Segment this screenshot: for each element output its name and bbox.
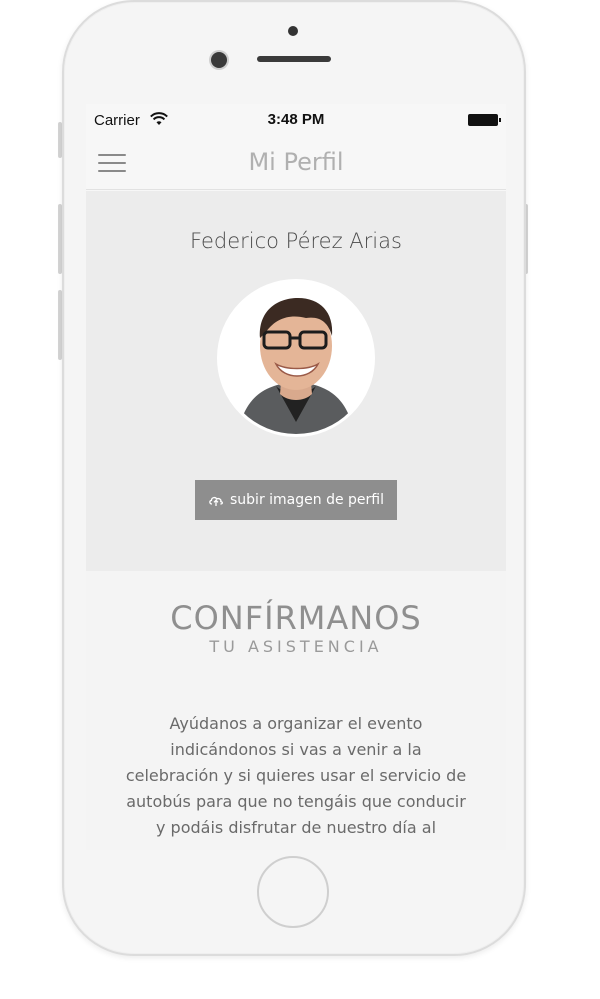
home-button[interactable] [257,856,329,928]
earpiece-speaker [257,56,331,62]
page-title: Mi Perfil [248,148,344,176]
section-description: Ayúdanos a organizar el evento indicándo… [125,714,467,837]
profile-name: Federico Pérez Arias [190,229,402,253]
top-navbar: Mi Perfil [86,136,506,190]
profile-section: Federico Pérez Arias subir imagen de per… [86,191,506,571]
avatar-photo [220,282,372,434]
avatar [217,279,375,437]
section-title: CONFÍRMANOS [170,599,422,637]
confirm-attendance-section: CONFÍRMANOS TU ASISTENCIA Ayúdanos a org… [86,571,506,850]
app-screen: Carrier 3:48 PM Mi Perfil Federico Pérez… [86,104,506,850]
upload-cloud-icon [209,496,223,506]
proximity-sensor [288,26,298,36]
section-subtitle: TU ASISTENCIA [209,637,383,656]
clock: 3:48 PM [267,111,325,128]
battery-icon [468,114,501,126]
upload-profile-image-button[interactable]: subir imagen de perfil [195,480,397,520]
status-bar: Carrier 3:48 PM [86,104,506,136]
upload-button-label: subir imagen de perfil [230,492,384,508]
front-camera [211,52,227,68]
